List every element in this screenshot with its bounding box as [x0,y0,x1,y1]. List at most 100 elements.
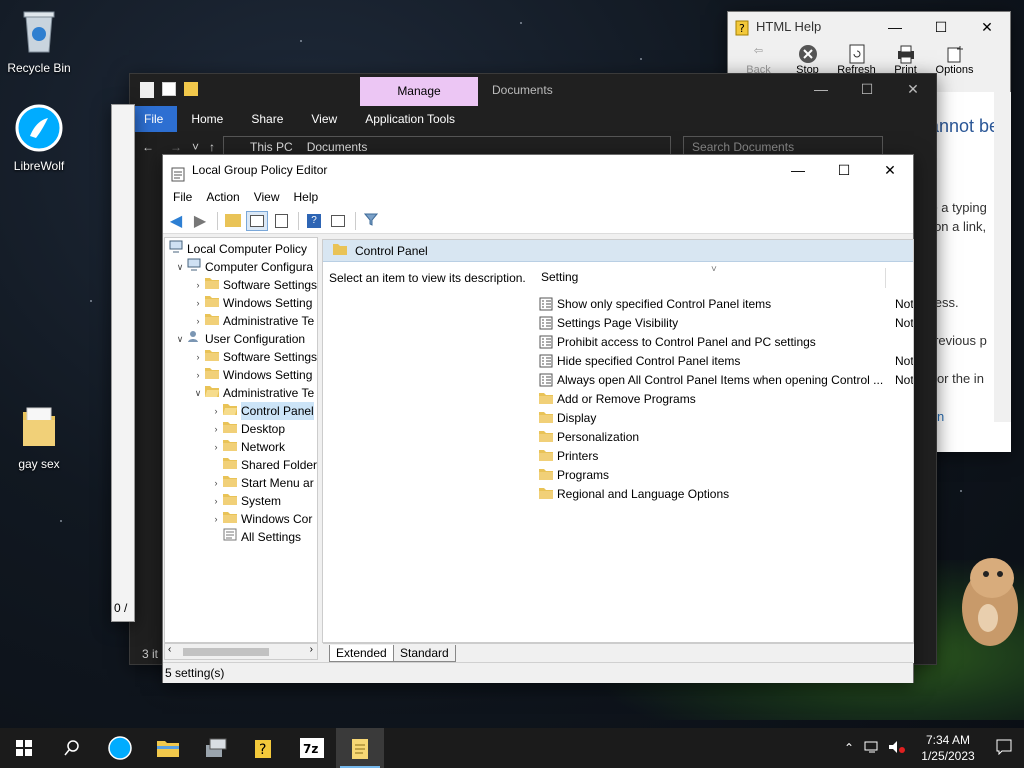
settings-folder-row[interactable]: Display [539,408,913,427]
settings-folder-row[interactable]: Add or Remove Programs [539,389,913,408]
collapsed-chevron-icon[interactable]: › [209,402,223,420]
export-list-button[interactable] [270,211,292,231]
tab-standard[interactable]: Standard [393,645,456,662]
expanded-chevron-icon[interactable]: ∨ [191,384,205,402]
properties-button[interactable] [327,211,349,231]
tree-item[interactable]: Shared Folder [209,456,317,474]
tree-item[interactable]: › System [209,492,281,510]
tree-item[interactable]: › Software Settings [191,276,317,294]
tree-item[interactable]: All Settings [209,528,301,546]
menu-action[interactable]: Action [199,186,246,208]
tab-home[interactable]: Home [177,106,237,132]
collapsed-chevron-icon[interactable]: › [191,294,205,312]
policy-setting-row[interactable]: Hide specified Control Panel items Not [539,351,913,370]
tree-item[interactable]: ∨ Administrative Te [191,384,314,402]
settings-folder-row[interactable]: Printers [539,446,913,465]
manage-context-tab[interactable]: Manage [360,77,478,106]
tab-view[interactable]: View [297,106,351,132]
tree-item[interactable]: › Desktop [209,420,285,438]
clock[interactable]: 7:34 AM 1/25/2023 [912,732,984,764]
tree-item[interactable]: › Network [209,438,285,456]
collapsed-chevron-icon[interactable]: › [209,474,223,492]
volume-muted-icon[interactable] [888,740,906,757]
help-button[interactable]: ? [303,211,325,231]
properties-icon[interactable] [140,82,154,98]
desktop-icon-folder[interactable]: gay sex [1,404,77,471]
taskbar-notepad[interactable] [336,728,384,768]
close-button[interactable]: ✕ [867,155,913,185]
maximize-button[interactable]: ☐ [821,155,867,185]
taskbar-group-policy[interactable] [192,728,240,768]
collapsed-chevron-icon[interactable]: › [209,510,223,528]
menu-view[interactable]: View [247,186,287,208]
taskbar-7zip[interactable]: 7z [288,728,336,768]
taskbar-html-help[interactable]: ? [240,728,288,768]
up-arrow-icon[interactable]: ↑ [209,140,215,154]
help-vscroll[interactable] [994,92,1011,422]
tab-share[interactable]: Share [237,106,297,132]
tree-item[interactable]: › Administrative Te [191,312,314,330]
show-hidden-icons-chevron-icon[interactable]: ⌃ [844,741,854,755]
breadcrumb-this-pc[interactable]: This PC [250,140,293,154]
close-button[interactable]: ✕ [890,74,936,104]
collapsed-chevron-icon[interactable]: › [209,420,223,438]
tree-item[interactable]: Local Computer Policy [169,240,307,258]
minimize-button[interactable]: — [872,12,918,42]
tree-item[interactable]: ∨ Computer Configura [173,258,313,276]
maximize-button[interactable]: ☐ [918,12,964,42]
tab-application-tools[interactable]: Application Tools [351,106,469,132]
maximize-button[interactable]: ☐ [844,74,890,104]
collapsed-chevron-icon[interactable]: › [191,276,205,294]
column-setting[interactable]: Setting [541,270,578,284]
settings-column-header[interactable]: Setting ˅ [541,262,913,292]
policy-setting-row[interactable]: Always open All Control Panel Items when… [539,370,913,389]
tree-item[interactable]: › Windows Cor [209,510,312,528]
network-icon[interactable] [864,740,880,757]
tree-hscroll[interactable]: ‹ › [164,643,318,660]
policy-setting-row[interactable]: Show only specified Control Panel items N… [539,294,913,313]
tree-item[interactable]: › Control Panel [209,402,314,420]
quick-access-toolbar[interactable] [140,82,198,98]
checkbox-icon[interactable] [162,82,176,96]
recent-chevron-icon[interactable]: ˅ [192,140,199,154]
collapsed-chevron-icon[interactable]: › [191,348,205,366]
desktop-icon-recycle-bin[interactable]: Recycle Bin [1,8,77,75]
policy-setting-row[interactable]: Prohibit access to Control Panel and PC … [539,332,913,351]
tree-item[interactable]: › Windows Setting [191,366,312,384]
desktop-icon-librewolf[interactable]: LibreWolf [1,104,77,173]
back-arrow-icon[interactable]: ← [142,140,154,154]
forward-arrow-icon[interactable]: → [170,140,182,154]
group-policy-editor-window[interactable]: Local Group Policy Editor — ☐ ✕ File Act… [162,154,914,683]
notifications-icon[interactable] [984,739,1024,758]
console-tree[interactable]: Local Computer Policy ∨ Computer Configura… [164,237,318,643]
search-button[interactable] [48,728,96,768]
settings-folder-row[interactable]: Regional and Language Options [539,484,913,503]
tree-item[interactable]: › Software Settings [191,348,317,366]
tab-extended[interactable]: Extended [329,645,394,662]
tree-item[interactable]: ∨ User Configuration [173,330,305,348]
tree-item[interactable]: › Windows Setting [191,294,312,312]
start-button[interactable] [0,728,48,768]
collapsed-chevron-icon[interactable]: › [209,492,223,510]
filter-button[interactable] [360,211,382,231]
tree-item[interactable]: › Start Menu ar [209,474,314,492]
collapsed-chevron-icon[interactable]: › [191,312,205,330]
forward-button[interactable]: ▶ [189,211,211,231]
breadcrumb-documents[interactable]: Documents [307,140,368,154]
menu-help[interactable]: Help [287,186,326,208]
background-window[interactable]: 0 / [111,104,135,622]
options-button[interactable]: Options [930,42,979,82]
settings-folder-row[interactable]: Personalization [539,427,913,446]
taskbar-librewolf[interactable] [96,728,144,768]
minimize-button[interactable]: — [775,155,821,185]
back-button[interactable]: ◀ [165,211,187,231]
policy-setting-row[interactable]: Settings Page Visibility Not [539,313,913,332]
new-folder-icon[interactable] [184,82,198,96]
taskbar-file-explorer[interactable] [144,728,192,768]
expanded-chevron-icon[interactable]: ∨ [173,330,187,348]
minimize-button[interactable]: — [798,74,844,104]
settings-folder-row[interactable]: Programs [539,465,913,484]
tab-file[interactable]: File [130,106,178,132]
expanded-chevron-icon[interactable]: ∨ [173,258,187,276]
up-level-button[interactable] [222,211,244,231]
